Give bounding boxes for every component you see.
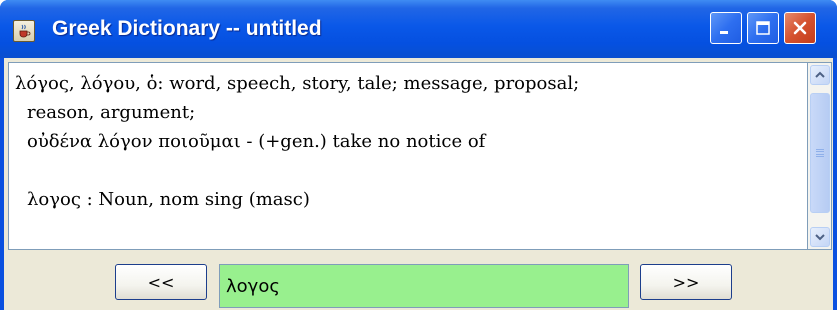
close-icon — [793, 21, 807, 35]
java-cup-icon[interactable] — [13, 20, 35, 42]
definition-line — [15, 156, 805, 185]
close-button[interactable] — [784, 12, 816, 44]
minimize-icon — [720, 31, 728, 34]
minimize-button[interactable] — [710, 12, 742, 44]
maximize-icon — [756, 21, 770, 35]
definition-text-area[interactable]: λόγος, λόγου, ὁ: word, speech, story, ta… — [8, 62, 808, 250]
chevron-up-icon — [815, 71, 825, 78]
client-area: λόγος, λόγου, ὁ: word, speech, story, ta… — [4, 58, 833, 310]
window-title: Greek Dictionary -- untitled — [52, 17, 322, 40]
vertical-scrollbar[interactable] — [808, 62, 832, 250]
scroll-up-button[interactable] — [810, 65, 830, 85]
scroll-thumb[interactable] — [810, 93, 830, 213]
definition-line: λόγος, λόγου, ὁ: word, speech, story, ta… — [15, 73, 580, 94]
page-bottom — [0, 310, 837, 320]
definition-line: reason, argument; — [27, 102, 196, 123]
grip-icon — [816, 148, 824, 158]
chevron-down-icon — [815, 234, 825, 241]
previous-word-button[interactable]: << — [115, 264, 207, 300]
definition-text: λόγος, λόγου, ὁ: word, speech, story, ta… — [15, 69, 805, 214]
scroll-down-button[interactable] — [810, 227, 830, 247]
definition-line: λογος : Noun, nom sing (masc) — [27, 189, 310, 210]
search-input[interactable] — [219, 264, 629, 308]
app-window: Greek Dictionary -- untitled λόγος, λόγο… — [0, 0, 837, 310]
definition-line: οὐδένα λόγον ποιοῦμαι - (+gen.) take no … — [27, 131, 486, 152]
title-bar[interactable]: Greek Dictionary -- untitled — [0, 0, 837, 58]
maximize-button[interactable] — [747, 12, 779, 44]
next-word-button[interactable]: >> — [640, 264, 732, 300]
